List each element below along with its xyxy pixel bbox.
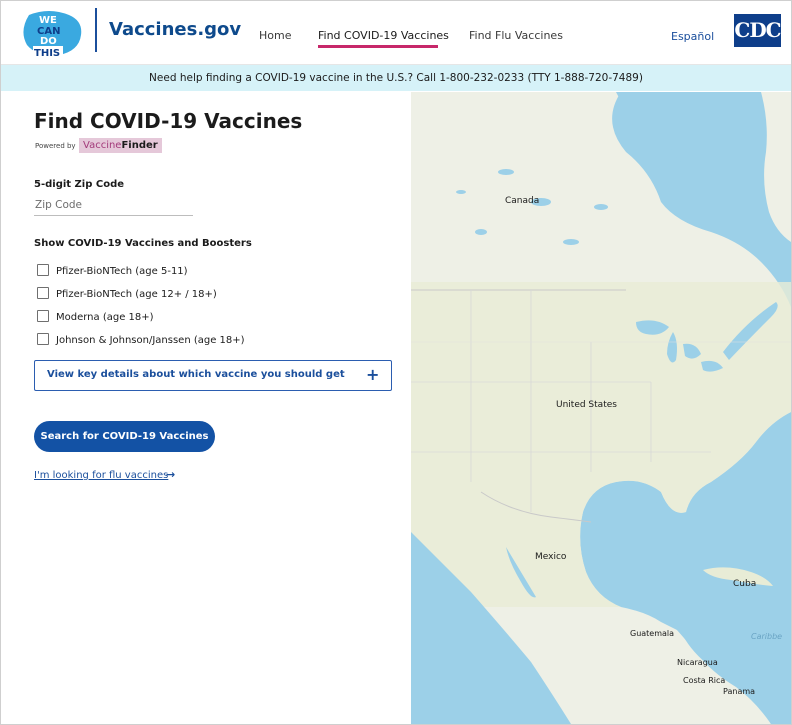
- nav-find-covid-vaccines[interactable]: Find COVID-19 Vaccines: [318, 29, 449, 42]
- cdc-logo[interactable]: CDC: [734, 14, 782, 47]
- map-label-cuba: Cuba: [733, 579, 757, 589]
- site-name[interactable]: Vaccines.gov: [109, 19, 241, 40]
- svg-text:DO: DO: [40, 36, 57, 47]
- accordion-label: View key details about which vaccine you…: [47, 369, 345, 380]
- we-can-do-this-logo[interactable]: WE CAN DO THIS: [19, 9, 93, 59]
- map-label-nicaragua: Nicaragua: [677, 658, 718, 667]
- active-nav-indicator: [318, 45, 438, 48]
- arrow-right-icon: →: [166, 468, 176, 481]
- map-label-costa-rica: Costa Rica: [683, 676, 726, 685]
- zip-code-input[interactable]: [34, 195, 193, 216]
- vaccine-option-pfizer-12-plus[interactable]: Pfizer-BioNTech (age 12+ / 18+): [37, 287, 217, 300]
- vaccinefinder-logo: VaccineFinder: [79, 138, 162, 153]
- page-title: Find COVID-19 Vaccines: [34, 109, 303, 133]
- map-label-caribbean: Caribbe: [751, 632, 783, 641]
- powered-by-label: Powered by: [35, 142, 76, 150]
- language-espanol-link[interactable]: Español: [671, 30, 714, 43]
- svg-text:THIS: THIS: [34, 48, 60, 59]
- plus-icon: +: [366, 365, 380, 384]
- vaccine-map[interactable]: Canada United States Mexico Cuba Guatema…: [411, 92, 791, 724]
- help-banner: Need help finding a COVID-19 vaccine in …: [1, 65, 791, 91]
- flu-vaccines-link[interactable]: I'm looking for flu vaccines: [34, 470, 168, 481]
- svg-text:WE: WE: [39, 15, 57, 26]
- map-label-mexico: Mexico: [535, 552, 567, 562]
- checkbox[interactable]: [37, 310, 49, 322]
- vaccine-details-accordion[interactable]: View key details about which vaccine you…: [34, 360, 392, 391]
- vaccine-filter-label: Show COVID-19 Vaccines and Boosters: [34, 238, 252, 249]
- map-label-united-states: United States: [556, 400, 617, 410]
- checkbox[interactable]: [37, 287, 49, 299]
- site-header: WE CAN DO THIS Vaccines.gov Home Find CO…: [1, 1, 791, 65]
- vaccine-finder-panel: Find COVID-19 Vaccines Powered by Vaccin…: [1, 92, 411, 724]
- nav-find-flu-vaccines[interactable]: Find Flu Vaccines: [469, 29, 563, 42]
- vaccine-option-pfizer-5-11[interactable]: Pfizer-BioNTech (age 5-11): [37, 264, 188, 277]
- browser-viewport: WE CAN DO THIS Vaccines.gov Home Find CO…: [0, 0, 792, 725]
- checkbox[interactable]: [37, 264, 49, 276]
- search-vaccines-button[interactable]: Search for COVID-19 Vaccines: [34, 421, 215, 452]
- logo-divider: [95, 8, 97, 52]
- map-label-panama: Panama: [723, 687, 756, 696]
- vaccine-option-johnson-johnson[interactable]: Johnson & Johnson/Janssen (age 18+): [37, 333, 245, 346]
- nav-home[interactable]: Home: [259, 29, 291, 42]
- checkbox[interactable]: [37, 333, 49, 345]
- map-label-guatemala: Guatemala: [630, 629, 675, 638]
- vaccine-option-moderna[interactable]: Moderna (age 18+): [37, 310, 154, 323]
- map-label-canada: Canada: [505, 196, 540, 206]
- zip-code-label: 5-digit Zip Code: [34, 179, 125, 190]
